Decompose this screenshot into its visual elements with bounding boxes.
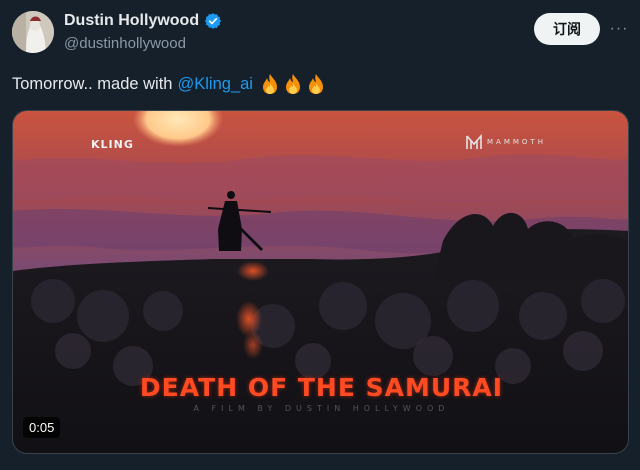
tweet-body-text: Tomorrow.. made with: [12, 74, 173, 93]
mention-link[interactable]: @Kling_ai: [177, 75, 252, 94]
tweet: Dustin Hollywood @dustinhollywood 订阅 ···…: [0, 0, 640, 470]
fire-emoji-icon: [262, 74, 277, 94]
tweet-text: Tomorrow.. made with @Kling_ai: [12, 73, 326, 95]
more-horizontal-icon[interactable]: ···: [607, 17, 631, 41]
movie-title: DEATH OF THE SAMURAI: [139, 373, 504, 402]
video-player[interactable]: KLING MAMMOTH DEATH OF THE SAMURAI A FIL…: [12, 110, 629, 454]
mammoth-logo-icon: [466, 133, 482, 149]
author-handle[interactable]: @dustinhollywood: [64, 35, 186, 52]
video-frame: [13, 111, 628, 453]
avatar-image: [12, 11, 54, 53]
fire-emoji-icon: [285, 74, 300, 94]
avatar[interactable]: [12, 11, 54, 53]
display-name[interactable]: Dustin Hollywood: [64, 12, 199, 30]
mammoth-logo-text: MAMMOTH: [487, 138, 546, 146]
fire-emoji-icon: [308, 74, 323, 94]
kling-logo: KLING: [91, 138, 134, 151]
movie-credit: A FILM BY DUSTIN HOLLYWOOD: [193, 404, 450, 413]
video-duration-badge: 0:05: [23, 417, 61, 438]
mammoth-logo: MAMMOTH: [465, 133, 546, 151]
author-name-row: Dustin Hollywood: [64, 12, 222, 30]
subscribe-button[interactable]: 订阅: [534, 13, 600, 45]
emoji-group: [260, 73, 326, 95]
verified-badge-icon: [205, 13, 222, 29]
